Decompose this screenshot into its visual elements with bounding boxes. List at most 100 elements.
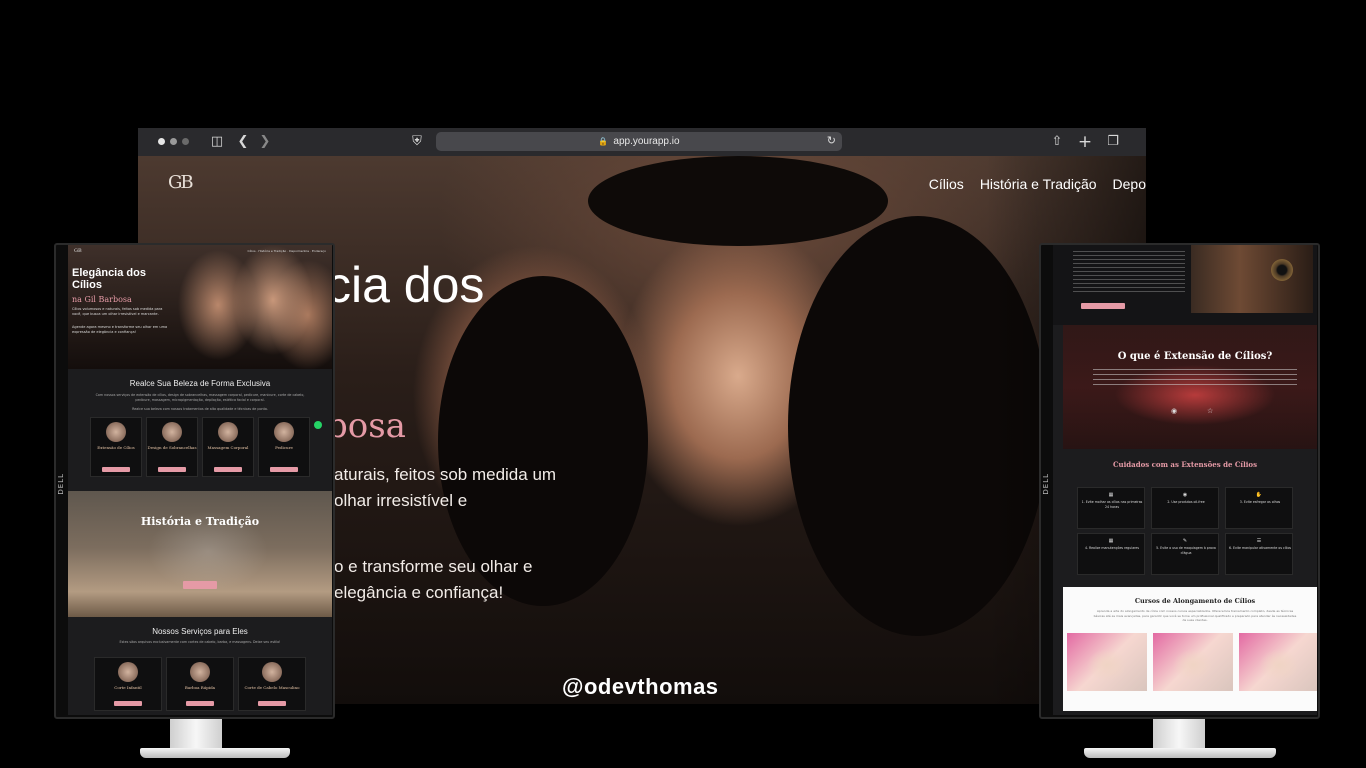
men-service-card[interactable]: Corte de Cabelo Masculino <box>238 657 306 711</box>
hero-paragraph-2: o e transforme seu olhar e elegância e c… <box>334 557 533 602</box>
monitor-brand: DELL <box>57 473 65 495</box>
window-dot-zoom[interactable] <box>182 138 189 145</box>
window-dot-minimize[interactable] <box>170 138 177 145</box>
men-service-button[interactable] <box>258 701 286 706</box>
care-card-label: 1. Evite molhar os cílios nas primeiras … <box>1081 500 1143 509</box>
course-photo <box>1239 633 1317 691</box>
care-card-label: 2. Use produtos oil-free <box>1167 500 1205 504</box>
service-card-button[interactable] <box>270 467 298 472</box>
left-monitor-base <box>140 748 290 758</box>
site-logo[interactable]: GB <box>168 172 194 193</box>
eye-icon: ◉ <box>1182 492 1188 498</box>
courses-section: Cursos de Alongamento de Cílios Aprenda … <box>1063 587 1317 711</box>
intro-text-lines <box>1073 251 1185 295</box>
iris-shape <box>1271 259 1293 281</box>
service-card[interactable]: Extensão de Cílios <box>90 417 142 477</box>
hair-shape <box>588 156 888 246</box>
back-icon[interactable]: ❮ <box>234 133 252 151</box>
services-text-2: Realce sua beleza com nossos tratamentos… <box>132 407 268 411</box>
service-image <box>274 422 294 442</box>
sidebar-toggle-icon[interactable]: ◫ <box>208 133 226 151</box>
service-card[interactable]: Design de Sobrancelhas <box>146 417 198 477</box>
care-card: ◉ 2. Use produtos oil-free <box>1151 487 1219 529</box>
men-service-title: Corte de Cabelo Masculino <box>244 685 300 690</box>
left-monitor: DELL GB Cílios · História e Tradição · D… <box>54 243 335 719</box>
services-title: Realce Sua Beleza de Forma Exclusiva <box>129 379 271 388</box>
men-services-title: Nossos Serviços para Eles <box>152 627 248 636</box>
care-card-label: 3. Evite esfregar os olhos <box>1239 500 1281 504</box>
right-monitor: DELL O que é Extensão de Cílios? ◉ ☆ Cui… <box>1039 243 1320 719</box>
address-bar[interactable]: 🔒 app.yourapp.io ↻ <box>436 132 842 151</box>
mini-logo[interactable]: GB <box>74 248 82 254</box>
nav-item-historia[interactable]: História e Tradição <box>980 176 1097 192</box>
service-card-button[interactable] <box>214 467 242 472</box>
care-card-label: 4. Realize manutenções regulares <box>1084 546 1140 550</box>
service-card-title: Pedicure <box>275 445 293 450</box>
course-photo <box>1067 633 1147 691</box>
men-service-card[interactable]: Corte Infantil <box>94 657 162 711</box>
share-icon[interactable]: ⇧ <box>1048 133 1066 151</box>
service-card[interactable]: Massagem Corporal <box>202 417 254 477</box>
care-card: ☰ 6. Evite manipular ativamente os cílio… <box>1225 533 1293 575</box>
course-photo <box>1153 633 1233 691</box>
mini-hero-title: Elegância dos Cílios <box>72 267 146 291</box>
new-tab-icon[interactable]: + <box>1076 133 1094 151</box>
care-card-label: 6. Evite manipular ativamente os cílios <box>1228 546 1292 550</box>
mini-hero-p2: Agende agora mesmo e transforme seu olha… <box>72 325 168 334</box>
author-watermark: @odevthomas <box>562 674 719 699</box>
hero-title: cia dos <box>326 257 485 313</box>
service-image <box>218 422 238 442</box>
mini-hero-p1: Cílios volumosos e naturais, feitos sob … <box>72 307 163 316</box>
eye-closeup-image <box>1191 245 1313 313</box>
intro-button[interactable] <box>1081 303 1125 309</box>
hero-paragraph-1: aturais, feitos sob medida um olhar irre… <box>334 465 557 510</box>
hand-icon: ✋ <box>1255 492 1263 498</box>
service-card-title: Extensão de Cílios <box>97 445 135 450</box>
browser-toolbar: ◫ ❮ ❯ ⛨ 🔒 app.yourapp.io ↻ ⇧ + ❐ <box>138 128 1146 156</box>
reload-icon[interactable]: ↻ <box>827 134 836 147</box>
left-monitor-screen: GB Cílios · História e Tradição · Depoim… <box>68 245 332 715</box>
history-title: História e Tradição <box>140 515 260 528</box>
what-is-title: O que é Extensão de Cílios? <box>1117 351 1273 362</box>
nav-item-depoimentos[interactable]: Depo <box>1113 176 1146 192</box>
men-service-button[interactable] <box>186 701 214 706</box>
whatsapp-icon[interactable] <box>314 421 322 429</box>
star-icon: ☆ <box>1207 407 1214 415</box>
nav-item-cilios[interactable]: Cílios <box>929 176 964 192</box>
men-service-title: Corte Infantil <box>114 685 142 690</box>
men-service-card[interactable]: Barboa Rápida <box>166 657 234 711</box>
care-card: ✋ 3. Evite esfregar os olhos <box>1225 487 1293 529</box>
what-is-section: O que é Extensão de Cílios? ◉ ☆ <box>1063 325 1317 449</box>
services-text: Com nossos serviços de extensão de cílio… <box>95 393 305 402</box>
tabs-overview-icon[interactable]: ❐ <box>1104 133 1122 151</box>
mini-nav[interactable]: Cílios · História e Tradição · Depoiment… <box>248 249 326 253</box>
lock-icon: 🔒 <box>598 137 609 146</box>
site-nav: Cílios História e Tradição Depo <box>929 176 1146 192</box>
right-monitor-base <box>1084 748 1276 758</box>
service-image <box>106 422 126 442</box>
comb-icon: ☰ <box>1256 538 1262 544</box>
makeup-icon: ✎ <box>1182 538 1188 544</box>
showcase-stage: ◫ ❮ ❯ ⛨ 🔒 app.yourapp.io ↻ ⇧ + ❐ GB Cíli… <box>0 0 1366 768</box>
url-text: app.yourapp.io <box>613 136 680 147</box>
shield-icon[interactable]: ⛨ <box>408 133 426 151</box>
forward-icon[interactable]: ❯ <box>256 133 274 151</box>
care-title: Cuidados com as Extensões de Cílios <box>1112 460 1258 469</box>
service-card-button[interactable] <box>102 467 130 472</box>
history-button[interactable] <box>183 581 217 589</box>
service-card-title: Massagem Corporal <box>207 445 249 450</box>
calendar-icon: ▦ <box>1108 538 1114 544</box>
mini-hero: GB Cílios · História e Tradição · Depoim… <box>68 245 332 369</box>
service-image <box>162 422 182 442</box>
men-service-button[interactable] <box>114 701 142 706</box>
care-card-label: 5. Evite o uso de maquiagem à prova d'ág… <box>1156 546 1216 555</box>
service-card-button[interactable] <box>158 467 186 472</box>
calendar-icon: ▦ <box>1108 492 1114 498</box>
eye-icon: ◉ <box>1171 407 1178 415</box>
courses-title: Cursos de Alongamento de Cílios <box>1134 597 1256 605</box>
window-dot-close[interactable] <box>158 138 165 145</box>
left-monitor-neck <box>170 718 222 752</box>
what-is-text-lines <box>1093 369 1297 389</box>
history-section: História e Tradição <box>68 491 332 617</box>
service-card[interactable]: Pedicure <box>258 417 310 477</box>
